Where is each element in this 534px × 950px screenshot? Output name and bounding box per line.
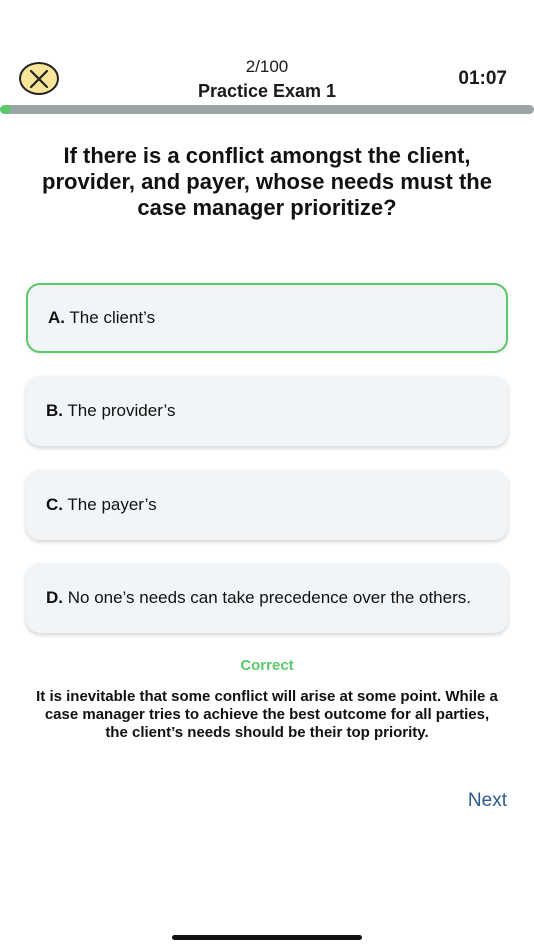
option-letter: D.: [46, 588, 63, 607]
option-d[interactable]: D. No one’s needs can take precedence ov…: [26, 563, 508, 633]
option-letter: C.: [46, 495, 63, 514]
option-letter: A.: [48, 308, 65, 327]
result-label: Correct: [240, 657, 294, 674]
option-a[interactable]: A. The client’s: [26, 283, 508, 353]
option-c[interactable]: C. The payer’s: [26, 470, 508, 540]
option-text: The provider’s: [67, 401, 176, 420]
option-text: The payer’s: [67, 495, 157, 514]
option-letter: B.: [46, 401, 63, 420]
progress-fill: [0, 105, 11, 114]
next-button[interactable]: Next: [468, 790, 507, 812]
home-indicator[interactable]: [172, 935, 362, 940]
explanation-text: It is inevitable that some conflict will…: [36, 688, 498, 741]
option-text: No one’s needs can take precedence over …: [67, 588, 471, 607]
option-b[interactable]: B. The provider’s: [26, 376, 508, 446]
question-counter: 2/100: [245, 57, 289, 76]
question-text: If there is a conflict amongst the clien…: [42, 143, 492, 220]
quiz-screen: 2/100 Practice Exam 1 01:07 If there is …: [0, 0, 534, 950]
exam-title: Practice Exam 1: [197, 81, 337, 101]
timer: 01:07: [458, 68, 507, 89]
option-text: The client’s: [69, 308, 156, 327]
progress-bar: [0, 105, 534, 114]
